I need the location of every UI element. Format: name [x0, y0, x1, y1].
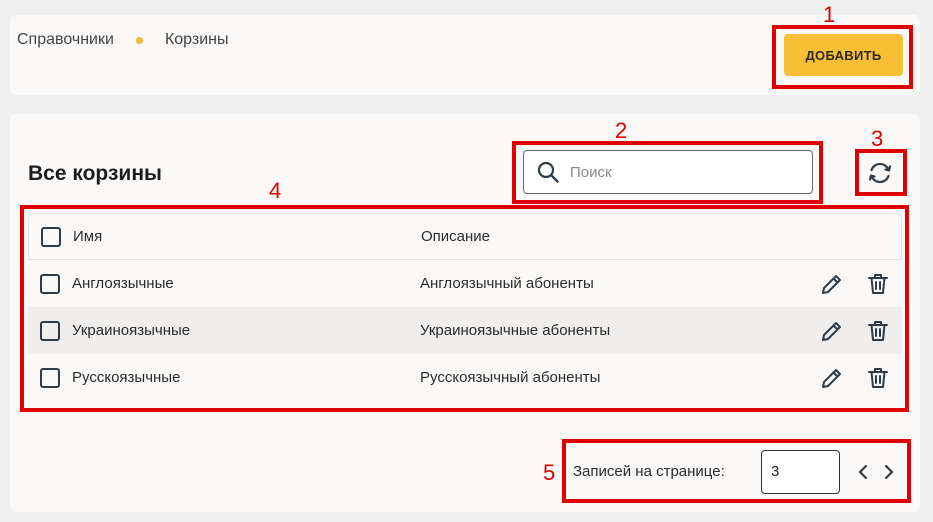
annotation-box-5 — [562, 439, 911, 503]
page-title: Все корзины — [28, 162, 162, 185]
annotation-number-2: 2 — [615, 118, 628, 143]
annotation-box-2 — [512, 141, 823, 204]
annotation-number-1: 1 — [823, 2, 836, 27]
breadcrumb-current: Корзины — [164, 31, 229, 48]
annotation-number-5: 5 — [543, 460, 556, 485]
annotation-box-1 — [772, 25, 913, 89]
breadcrumb-separator — [135, 36, 143, 44]
breadcrumb-parent-link[interactable]: Справочники — [17, 31, 114, 49]
annotation-box-3 — [855, 149, 907, 196]
annotation-number-4: 4 — [269, 178, 282, 203]
annotation-number-3: 3 — [871, 126, 884, 151]
breadcrumb: Справочники Корзины — [17, 31, 228, 49]
annotation-box-4 — [20, 205, 909, 412]
